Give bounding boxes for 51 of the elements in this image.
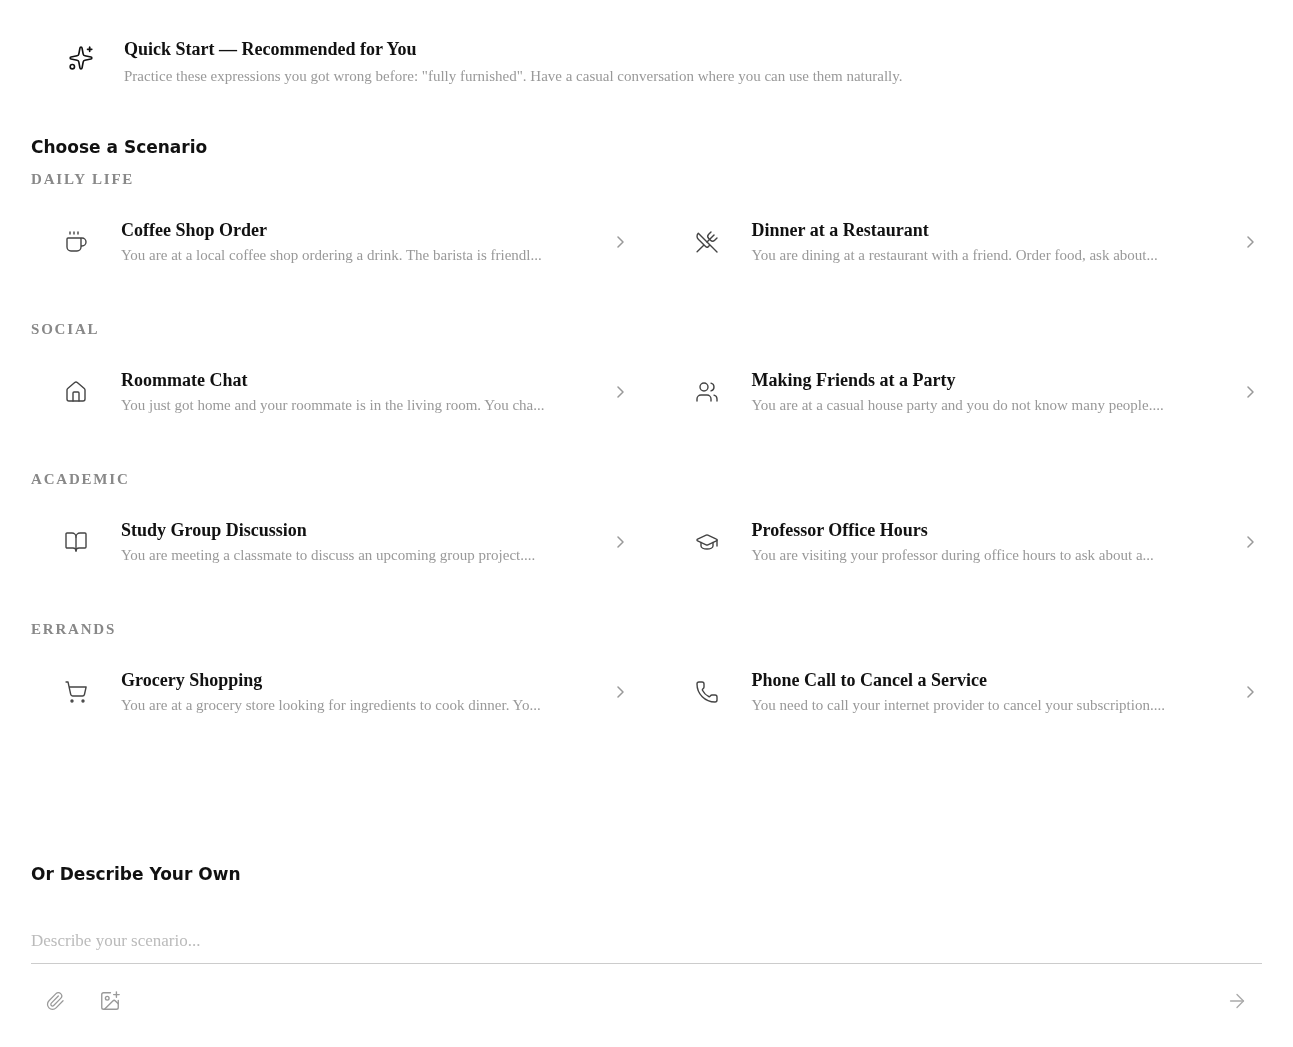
scenario-description: You are at a grocery store looking for ingredients to cook dinner. Yo... bbox=[121, 696, 542, 716]
scenario-description: You need to call your internet provider to cancel your subscription.... bbox=[751, 696, 1166, 716]
scenario-card[interactable]: Phone Call to Cancel a Service You need to call your internet provider to cancel your subscription.... bbox=[661, 662, 1262, 722]
scenario-description: You are visiting your professor during office hours to ask about a... bbox=[751, 546, 1155, 566]
category-label: DAILY LIFE bbox=[31, 170, 136, 189]
scenario-card[interactable]: Coffee Shop Order You are at a local coffee shop ordering a drink. The barista is friendl... bbox=[31, 212, 632, 272]
category-label: ERRANDS bbox=[31, 620, 118, 639]
scenario-title: Making Friends at a Party bbox=[751, 369, 957, 393]
shopping-cart-icon bbox=[64, 680, 88, 704]
scenario-card[interactable]: Grocery Shopping You are at a grocery store looking for ingredients to cook dinner. Yo... bbox=[31, 662, 632, 722]
chevron-right-icon bbox=[1247, 386, 1254, 398]
scenario-title: Roommate Chat bbox=[121, 369, 249, 393]
quick-start-description: Practice these expressions you got wrong before: "fully furnished". Have a casual conversation where you can use them naturally. bbox=[124, 67, 903, 86]
section-heading: Or Describe Your Own bbox=[31, 863, 242, 886]
add-image-icon bbox=[99, 989, 121, 1012]
chevron-right-icon bbox=[616, 236, 624, 248]
scenario-card[interactable]: Study Group Discussion You are meeting a classmate to discuss an upcoming group project.... bbox=[31, 512, 632, 572]
scenario-title: Dinner at a Restaurant bbox=[751, 219, 930, 243]
scenario-title: Study Group Discussion bbox=[121, 519, 308, 543]
scenario-card[interactable]: Making Friends at a Party You are at a casual house party and you do not know many people.... bbox=[661, 362, 1262, 422]
section-heading: Choose a Scenario bbox=[31, 136, 209, 159]
scenario-title: Coffee Shop Order bbox=[121, 219, 268, 243]
scenario-description: You are at a casual house party and you do not know many people.... bbox=[751, 396, 1165, 416]
quick-start-title[interactable]: Quick Start — Recommended for You bbox=[124, 36, 903, 63]
scenario-description: You just got home and your roommate is in the living room. You cha... bbox=[121, 396, 546, 416]
chevron-right-icon bbox=[1247, 686, 1254, 698]
fork-knife-icon bbox=[694, 230, 719, 254]
chevron-right-icon bbox=[1247, 236, 1254, 248]
scenario-card[interactable]: Roommate Chat You just got home and your roommate is in the living room. You cha... bbox=[31, 362, 632, 422]
scenario-title: Phone Call to Cancel a Service bbox=[751, 669, 988, 693]
chevron-right-icon bbox=[616, 536, 624, 548]
house-icon bbox=[64, 380, 88, 404]
coffee-cup-icon bbox=[64, 230, 88, 254]
chevron-right-icon bbox=[616, 386, 624, 398]
people-icon bbox=[694, 380, 719, 404]
scenario-card[interactable]: Dinner at a Restaurant You are dining at a restaurant with a friend. Order food, ask about... bbox=[661, 212, 1262, 272]
sparkle-icon bbox=[68, 45, 94, 71]
chevron-right-icon bbox=[616, 686, 624, 698]
scenario-title: Professor Office Hours bbox=[751, 519, 929, 543]
scenario-card[interactable]: Professor Office Hours You are visiting your professor during office hours to ask about a... bbox=[661, 512, 1262, 572]
scenario-description: You are dining at a restaurant with a friend. Order food, ask about... bbox=[751, 246, 1159, 266]
category-label: ACADEMIC bbox=[31, 470, 131, 489]
chevron-right-icon bbox=[1247, 536, 1254, 548]
scenario-title: Grocery Shopping bbox=[121, 669, 264, 693]
scenario-input[interactable]: Describe your scenario... bbox=[31, 919, 1262, 964]
scenario-description: You are at a local coffee shop ordering a drink. The barista is friendl... bbox=[121, 246, 543, 266]
phone-icon bbox=[694, 680, 719, 704]
scenario-description: You are meeting a classmate to discuss an upcoming group project.... bbox=[121, 546, 537, 566]
paperclip-icon bbox=[45, 990, 65, 1011]
category-label: SOCIAL bbox=[31, 320, 101, 339]
book-icon bbox=[64, 530, 88, 554]
